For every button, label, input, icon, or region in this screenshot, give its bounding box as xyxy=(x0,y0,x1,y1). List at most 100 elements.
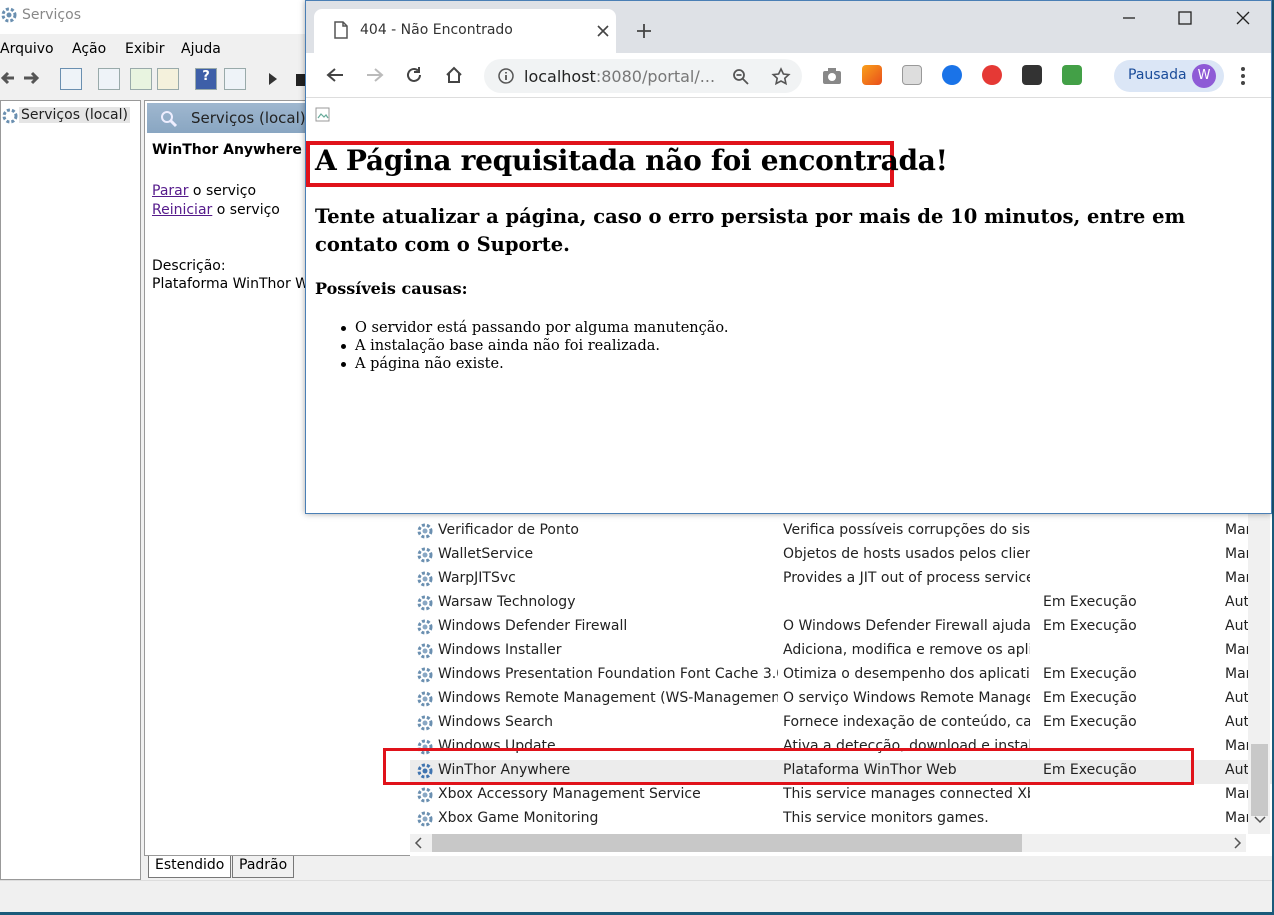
status-bar xyxy=(0,880,1272,910)
service-description: O Windows Defender Firewall ajuda ... xyxy=(783,618,1030,634)
service-description: This service monitors games. xyxy=(783,810,989,826)
forward-icon[interactable] xyxy=(366,67,384,83)
close-tab-icon[interactable] xyxy=(597,25,609,37)
menu-ajuda[interactable]: Ajuda xyxy=(181,41,221,57)
table-row[interactable]: Windows Search Fornece indexação de cont… xyxy=(410,712,1272,736)
info-icon[interactable] xyxy=(498,68,514,84)
address-bar[interactable]: localhost:8080/portal/... xyxy=(484,59,802,93)
service-description: Objetos de hosts usados pelos clien... xyxy=(783,546,1030,562)
extension-green-icon[interactable] xyxy=(1062,65,1082,85)
maximize-icon[interactable] xyxy=(1178,11,1192,25)
scroll-right-icon[interactable] xyxy=(1232,837,1242,849)
table-row[interactable]: Windows Defender Firewall O Windows Defe… xyxy=(410,616,1272,640)
table-row[interactable]: Xbox Accessory Management Service This s… xyxy=(410,784,1272,808)
service-status: Em Execução xyxy=(1043,666,1137,682)
services-toolbar: ? xyxy=(0,64,310,94)
list-item: A instalação base ainda não foi realizad… xyxy=(340,337,728,355)
avatar: W xyxy=(1192,64,1216,88)
browser-tabstrip: 404 - Não Encontrado xyxy=(306,1,1271,53)
extension-red-icon[interactable] xyxy=(982,65,1002,85)
service-name: Windows Remote Management (WS-Management… xyxy=(438,690,778,706)
tab-padrao[interactable]: Padrão xyxy=(232,856,295,878)
export-button[interactable] xyxy=(157,68,179,90)
service-gear-icon xyxy=(417,691,433,707)
tab-404[interactable]: 404 - Não Encontrado xyxy=(314,9,616,53)
service-gear-icon xyxy=(417,547,433,563)
stop-service-link[interactable]: Parar xyxy=(152,183,188,199)
causes-title: Possíveis causas: xyxy=(315,279,468,298)
page-content: A Página requisitada não foi encontrada!… xyxy=(306,99,1271,513)
service-name: WalletService xyxy=(438,546,534,562)
url-text: localhost:8080/portal/... xyxy=(524,67,715,86)
service-description: O serviço Windows Remote Manage... xyxy=(783,690,1030,706)
home-icon[interactable] xyxy=(445,66,463,84)
properties-button[interactable] xyxy=(98,68,120,90)
service-status: Em Execução xyxy=(1043,714,1137,730)
services-titlebar: Serviços xyxy=(0,0,310,34)
service-name: Xbox Accessory Management Service xyxy=(438,786,701,802)
table-row[interactable]: WalletService Objetos de hosts usados pe… xyxy=(410,544,1272,568)
menu-exibir[interactable]: Exibir xyxy=(125,41,165,57)
extension-color-icon[interactable] xyxy=(862,65,882,85)
service-name: WarpJITSvc xyxy=(438,570,516,586)
tab-title: 404 - Não Encontrado xyxy=(360,22,513,38)
extension-blue-icon[interactable] xyxy=(942,65,962,85)
magnifier-gear-icon xyxy=(161,111,178,128)
back-icon[interactable] xyxy=(326,67,344,83)
scroll-left-icon[interactable] xyxy=(414,837,424,849)
restart-service-link[interactable]: Reiniciar xyxy=(152,202,212,218)
service-gear-icon xyxy=(417,571,433,587)
table-row[interactable]: Warsaw Technology Em Execução Aut xyxy=(410,592,1272,616)
scroll-down-icon[interactable] xyxy=(1254,814,1266,824)
page-subtitle: Tente atualizar a página, caso o erro pe… xyxy=(315,205,1186,256)
service-name: Windows Presentation Foundation Font Cac… xyxy=(438,666,778,682)
description-text: Plataforma WinThor Web xyxy=(152,276,326,292)
close-window-icon[interactable] xyxy=(1236,11,1250,25)
table-row[interactable]: Windows Installer Adiciona, modifica e r… xyxy=(410,640,1272,664)
table-row[interactable]: Verificador de Ponto Verifica possíveis … xyxy=(410,520,1272,544)
service-status: Em Execução xyxy=(1043,690,1137,706)
service-name: Windows Defender Firewall xyxy=(438,618,628,634)
service-description: Adiciona, modifica e remove os aplic... xyxy=(783,642,1030,658)
url-host: localhost xyxy=(524,67,596,86)
console-tree-button[interactable] xyxy=(60,68,82,90)
new-tab-icon[interactable] xyxy=(636,23,652,39)
browser-toolbar: localhost:8080/portal/... Pausada W xyxy=(306,53,1271,98)
view-button[interactable] xyxy=(224,68,246,90)
extension-m-icon[interactable] xyxy=(902,65,922,85)
tree-item-services-local[interactable]: Serviços (local) xyxy=(19,107,130,123)
service-gear-icon xyxy=(417,619,433,635)
reload-icon[interactable] xyxy=(405,66,423,84)
refresh-button[interactable] xyxy=(130,68,152,90)
back-arrow-icon[interactable] xyxy=(0,70,16,86)
tab-estendido[interactable]: Estendido xyxy=(148,856,232,878)
service-gear-icon xyxy=(417,667,433,683)
service-status: Em Execução xyxy=(1043,618,1137,634)
view-tabs: Estendido Padrão xyxy=(144,856,444,878)
minimize-icon[interactable] xyxy=(1122,13,1136,23)
list-item: A página não existe. xyxy=(340,355,728,373)
help-button[interactable]: ? xyxy=(195,68,217,90)
camera-icon[interactable] xyxy=(822,67,842,85)
broken-image-icon xyxy=(315,107,330,122)
service-description: Otimiza o desempenho dos aplicati... xyxy=(783,666,1030,682)
restart-service-suffix: o serviço xyxy=(212,202,280,218)
profile-button[interactable]: Pausada W xyxy=(1114,60,1224,92)
table-row[interactable]: WarpJITSvc Provides a JIT out of process… xyxy=(410,568,1272,592)
horizontal-scroll-thumb[interactable] xyxy=(432,834,1022,852)
play-icon[interactable] xyxy=(268,72,278,86)
table-row[interactable]: Windows Remote Management (WS-Management… xyxy=(410,688,1272,712)
vertical-scroll-thumb[interactable] xyxy=(1251,744,1268,816)
bookmark-star-icon[interactable] xyxy=(771,67,791,87)
page-title: A Página requisitada não foi encontrada! xyxy=(315,144,948,177)
extension-se-icon[interactable] xyxy=(1022,65,1042,85)
service-gear-icon xyxy=(417,811,433,827)
zoom-icon[interactable] xyxy=(732,68,750,86)
forward-arrow-icon[interactable] xyxy=(22,70,42,86)
menu-arquivo[interactable]: Arquivo xyxy=(0,41,54,57)
table-row[interactable]: Windows Presentation Foundation Font Cac… xyxy=(410,664,1272,688)
menu-dots-icon[interactable] xyxy=(1240,66,1246,86)
services-gear-icon xyxy=(1,7,17,23)
table-row[interactable]: Xbox Game Monitoring This service monito… xyxy=(410,808,1272,832)
menu-acao[interactable]: Ação xyxy=(72,41,106,57)
